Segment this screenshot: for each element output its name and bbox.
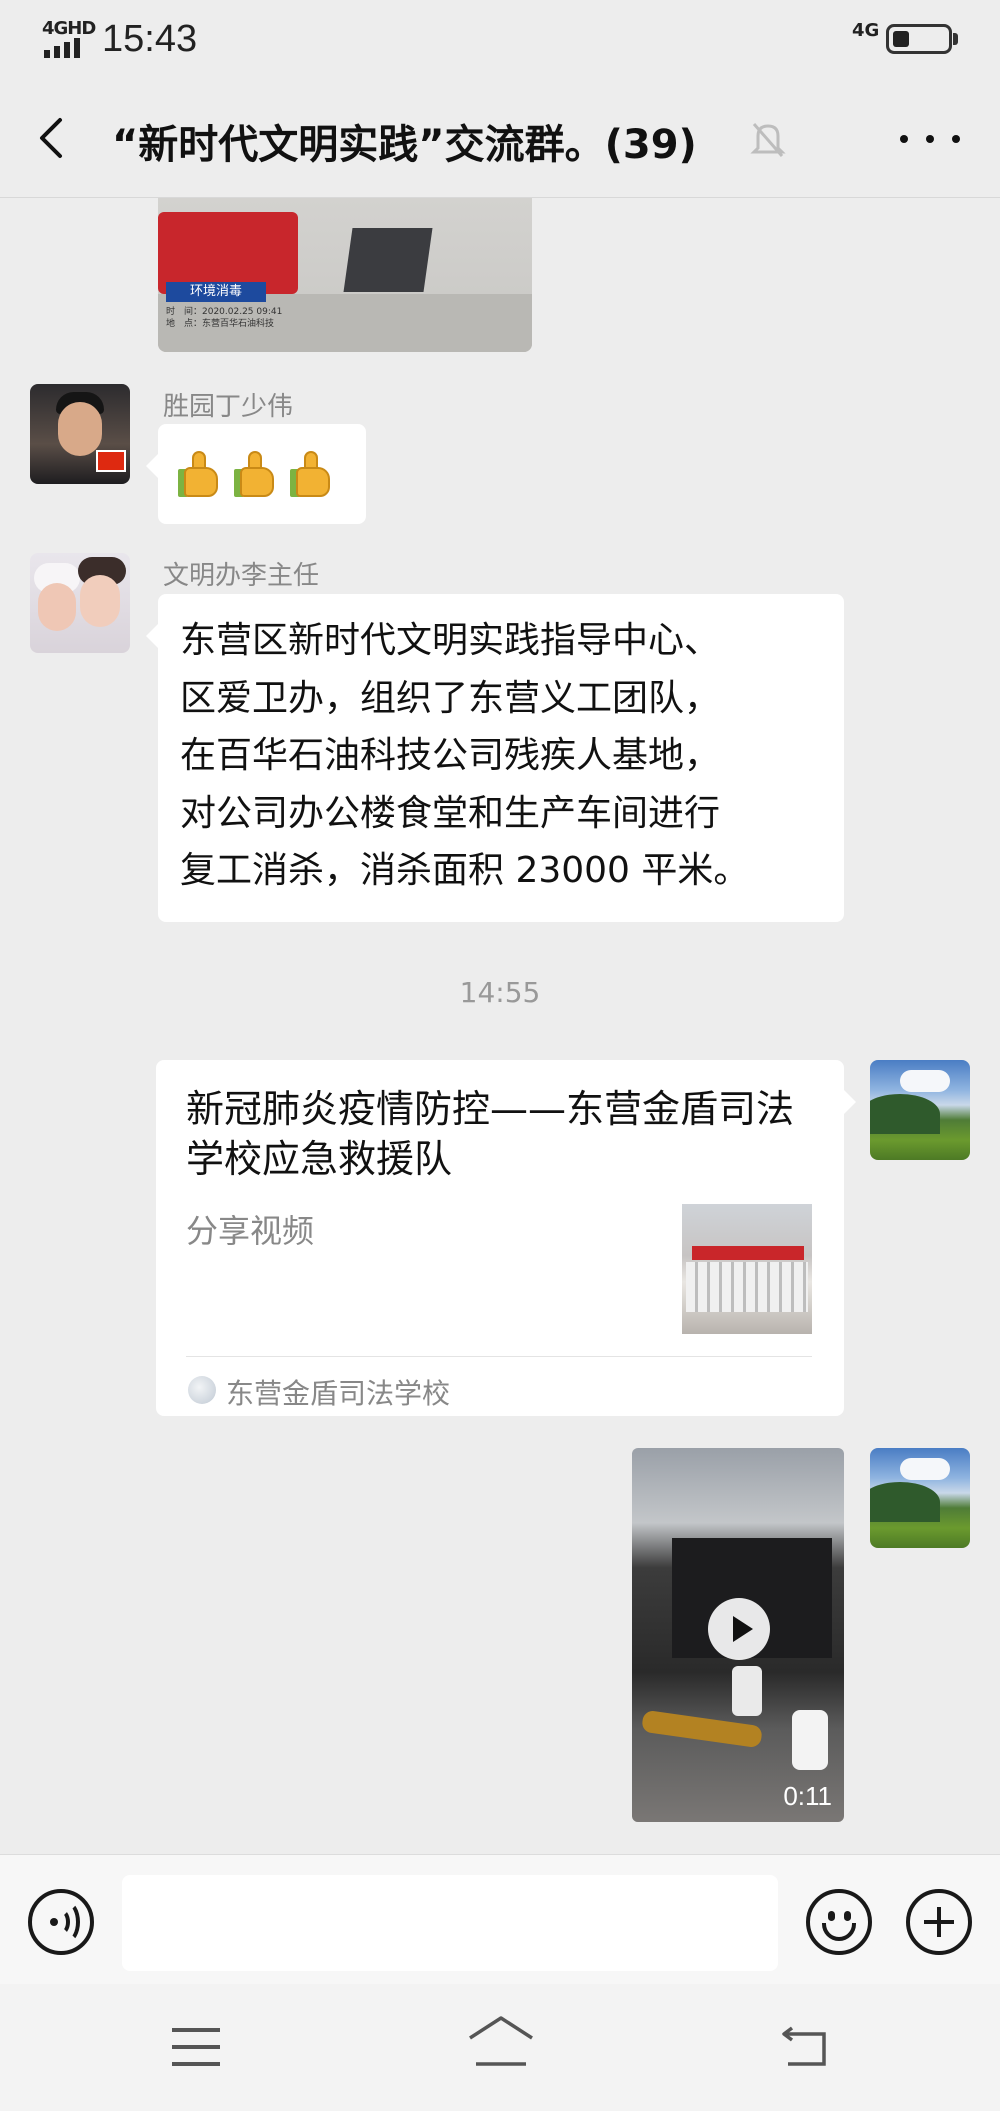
- avatar[interactable]: [30, 553, 130, 653]
- chevron-left-icon: [40, 118, 62, 158]
- back-button[interactable]: [30, 108, 80, 168]
- status-bar: 4GHD 15:43 4G: [0, 0, 1000, 78]
- plus-button[interactable]: [906, 1889, 972, 1955]
- video-message[interactable]: 0:11: [632, 1448, 844, 1822]
- thumbs-up-icon: [234, 449, 282, 499]
- card-thumbnail: [682, 1204, 812, 1334]
- system-nav-bar: [0, 1984, 1000, 2111]
- message-line: 在百华石油科技公司残疾人基地，: [180, 735, 721, 776]
- message-line: 区爱卫办，组织了东营义工团队，: [180, 677, 721, 719]
- thumbs-up-icon: [178, 449, 226, 499]
- emoji-button[interactable]: [806, 1889, 872, 1955]
- signal-icon: [44, 38, 80, 58]
- image-caption: 时 间：2020.02.25 09:41 地 点：东营百华石油科技: [166, 307, 283, 329]
- message-input[interactable]: [122, 1875, 778, 1971]
- shared-video-card[interactable]: 新冠肺炎疫情防控——东营金盾司法学校应急救援队 分享视频 东营金盾司法学校: [156, 1060, 856, 1416]
- sender-name: 文明办李主任: [163, 561, 320, 591]
- image-message[interactable]: 环境消毒 时 间：2020.02.25 09:41 地 点：东营百华石油科技: [158, 198, 532, 352]
- time-separator: 14:55: [459, 976, 541, 1009]
- avatar[interactable]: [30, 384, 130, 484]
- more-dots-icon: [900, 135, 908, 143]
- play-icon[interactable]: [708, 1598, 770, 1660]
- network-right-label: 4G: [852, 20, 880, 41]
- bell-muted-icon: [748, 118, 788, 160]
- thumbs-up-icon: [290, 449, 338, 499]
- message-line: 复工消杀，消杀面积 23000 平米。: [180, 850, 750, 891]
- input-bar: [0, 1854, 1000, 1984]
- more-button[interactable]: [900, 114, 960, 164]
- message-line: 对公司办公楼食堂和生产车间进行: [180, 792, 721, 834]
- voice-button[interactable]: [28, 1889, 94, 1955]
- image-banner: 环境消毒: [166, 282, 266, 302]
- status-time: 15:43: [102, 18, 198, 60]
- message-line: 东营区新时代文明实践指导中心、: [180, 620, 721, 661]
- flag-icon: [96, 450, 126, 472]
- chat-messages[interactable]: 环境消毒 时 间：2020.02.25 09:41 地 点：东营百华石油科技 胜园…: [0, 198, 1000, 1854]
- battery-icon: [886, 24, 952, 54]
- network-type-label: 4GHD: [42, 18, 96, 39]
- source-icon: [188, 1376, 216, 1404]
- menu-icon[interactable]: [172, 2028, 220, 2066]
- my-avatar[interactable]: [870, 1448, 970, 1548]
- video-duration: 0:11: [783, 1781, 832, 1811]
- battery-cap: [953, 33, 958, 45]
- card-title: 新冠肺炎疫情防控——东营金盾司法学校应急救援队: [186, 1087, 795, 1181]
- card-source: 东营金盾司法学校: [226, 1377, 451, 1410]
- emoji-message[interactable]: [146, 424, 366, 524]
- divider: [186, 1356, 812, 1357]
- text-message[interactable]: 东营区新时代文明实践指导中心、 区爱卫办，组织了东营义工团队， 在百华石油科技公…: [146, 594, 844, 922]
- back-icon[interactable]: [780, 2024, 830, 2068]
- card-subtitle: 分享视频: [186, 1212, 315, 1250]
- sender-name: 胜园丁少伟: [163, 392, 294, 422]
- chat-header: “新时代文明实践”交流群。(39): [0, 78, 1000, 198]
- my-avatar[interactable]: [870, 1060, 970, 1160]
- chat-title: “新时代文明实践”交流群。(39): [112, 122, 697, 168]
- home-icon[interactable]: [466, 2014, 536, 2070]
